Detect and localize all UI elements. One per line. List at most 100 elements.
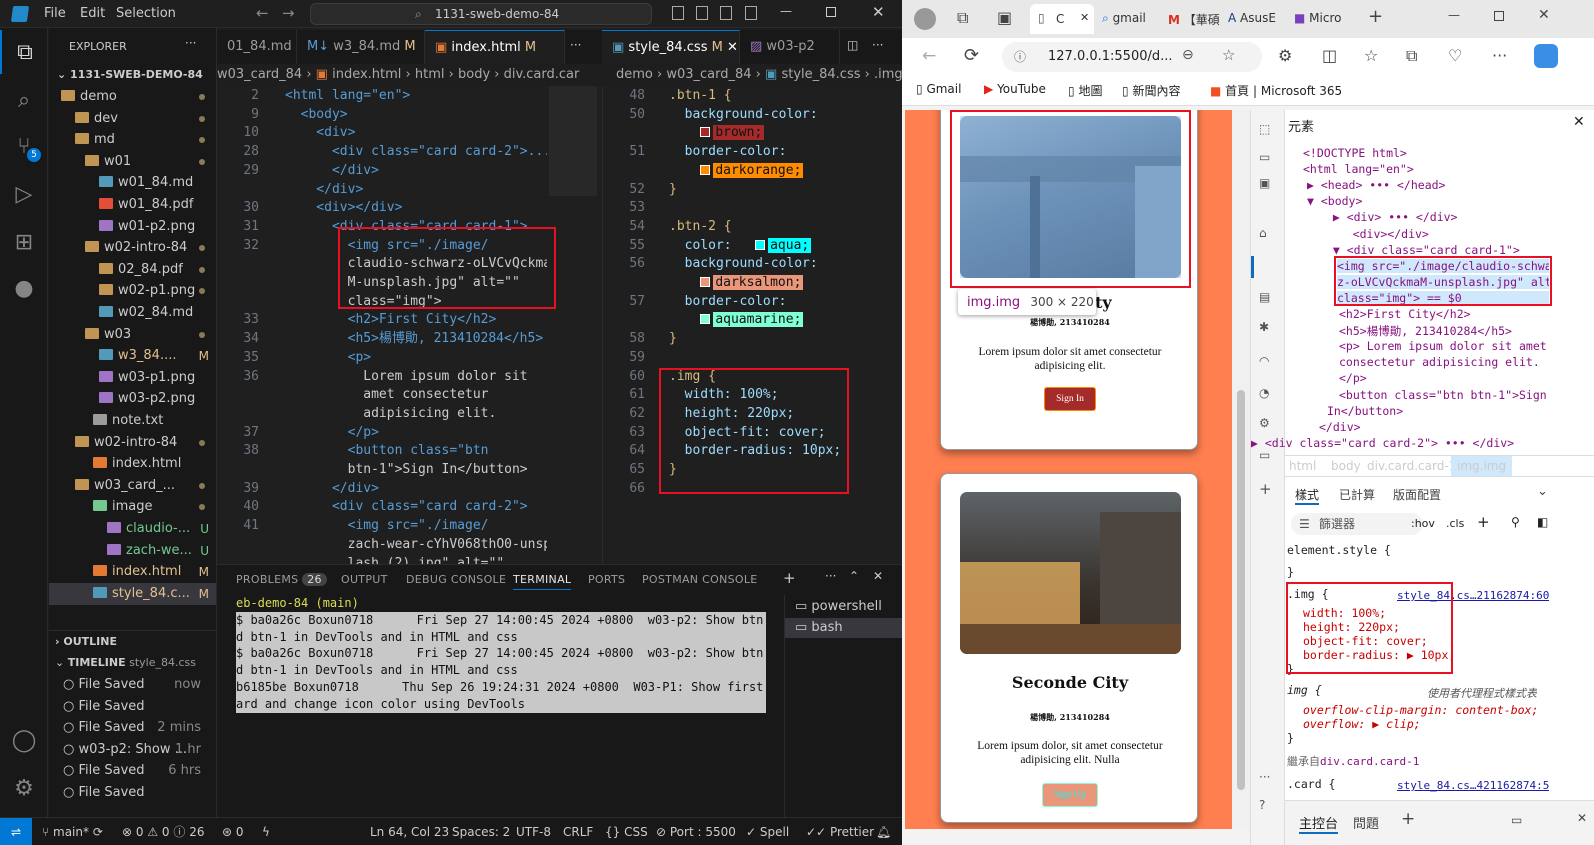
- toggle-secondary-icon[interactable]: [720, 6, 732, 20]
- code-line[interactable]: Lorem ipsum dolor sit: [285, 367, 547, 386]
- code-line[interactable]: <p>: [285, 348, 547, 367]
- dom-crumb[interactable]: html: [1289, 456, 1316, 476]
- bookmark-news[interactable]: ▯ 新聞內容: [1122, 82, 1180, 99]
- dom-node[interactable]: <div></div>: [1325, 227, 1551, 241]
- tab-styles[interactable]: 樣式: [1295, 486, 1320, 505]
- split-editor-icon[interactable]: ◫: [847, 38, 858, 52]
- tree-item[interactable]: w03: [49, 324, 216, 346]
- add-tool-icon[interactable]: +: [1259, 480, 1272, 498]
- dom-node[interactable]: consectetur adipisicing elit.: [1339, 355, 1551, 369]
- debug-icon[interactable]: ▷: [0, 172, 48, 216]
- browser-tab-active[interactable]: ▯ C ✕: [1030, 4, 1094, 34]
- timeline-item[interactable]: ○ File Saved now: [49, 674, 216, 696]
- dom-crumb[interactable]: body: [1331, 456, 1361, 476]
- code-line[interactable]: }: [669, 180, 899, 199]
- tree-item[interactable]: w03-p2.png: [49, 388, 216, 410]
- workspaces-icon[interactable]: ⧉: [957, 8, 968, 28]
- sign-up-button[interactable]: Sign Up: [1042, 783, 1098, 807]
- tab-computed[interactable]: 已計算: [1339, 486, 1375, 503]
- chevron-down-icon[interactable]: ⌄: [1537, 484, 1548, 499]
- workspace-root[interactable]: ⌄ 1131-SWEB-DEMO-84: [49, 64, 216, 86]
- minimap[interactable]: [549, 86, 597, 196]
- tree-item[interactable]: w01-p2.png: [49, 216, 216, 238]
- bookmark-maps[interactable]: ▯ 地圖: [1068, 82, 1102, 99]
- branch-status[interactable]: ⑂ main* ⟳: [42, 818, 103, 845]
- tree-item[interactable]: w01_84.pdf: [49, 194, 216, 216]
- tree-item[interactable]: style_84.c... M: [49, 582, 216, 605]
- help-icon[interactable]: ?: [1259, 798, 1265, 812]
- favorite-star-icon[interactable]: ☆: [1222, 46, 1235, 64]
- inherited-from[interactable]: div.card.card-1: [1320, 755, 1419, 768]
- tab-w3-md[interactable]: M↓ w3_84.md M: [297, 30, 425, 64]
- new-tab-icon[interactable]: +: [1368, 6, 1383, 27]
- code-line[interactable]: }: [669, 329, 899, 348]
- search-icon[interactable]: ⌕: [0, 78, 48, 122]
- code-line[interactable]: <div class="card card-2">: [285, 497, 547, 516]
- menu-selection[interactable]: Selection: [116, 6, 176, 21]
- code-line[interactable]: </div>: [285, 161, 547, 180]
- code-line[interactable]: btn-1">Sign In</button>: [285, 460, 547, 479]
- dom-node[interactable]: <button class="btn btn-1">Sign: [1339, 388, 1551, 402]
- dom-node[interactable]: <html lang="en">: [1303, 162, 1551, 176]
- application-icon[interactable]: ▭: [1259, 448, 1270, 462]
- live-server-status[interactable]: ⊘ Port : 5500: [656, 818, 736, 845]
- code-line[interactable]: .btn-1 {: [669, 86, 899, 105]
- crumb-item[interactable]: div.card.car: [504, 67, 580, 82]
- close-icon[interactable]: ✕: [1080, 11, 1089, 24]
- refresh-icon[interactable]: ⟳: [964, 45, 979, 66]
- code-line[interactable]: background-color:: [669, 254, 899, 273]
- tree-item[interactable]: w02_84.md: [49, 302, 216, 324]
- split-screen-icon[interactable]: ◫: [1322, 46, 1337, 65]
- terminal-line[interactable]: $ ba0a26c Boxun0718 Fri Sep 27 14:00:45 …: [236, 645, 766, 663]
- close-icon[interactable]: ✕: [1573, 114, 1585, 130]
- color-swatch[interactable]: [700, 277, 711, 287]
- tree-item[interactable]: w01: [49, 151, 216, 173]
- dom-node[interactable]: </div>: [1319, 420, 1551, 434]
- close-icon[interactable]: ✕: [1538, 7, 1550, 23]
- source-control-icon[interactable]: ⑂ 5: [0, 124, 48, 168]
- code-line[interactable]: <button class="btn: [285, 441, 547, 460]
- minimize-icon[interactable]: —: [1448, 8, 1460, 22]
- avatar[interactable]: [914, 8, 936, 30]
- tab-ports[interactable]: PORTS: [588, 573, 625, 586]
- tree-item[interactable]: note.txt: [49, 410, 216, 432]
- memory-icon[interactable]: ⚙: [1259, 416, 1270, 430]
- minimize-icon[interactable]: —: [780, 4, 792, 18]
- tree-item[interactable]: index.html M: [49, 561, 216, 583]
- tree-item[interactable]: w02-intro-84: [49, 237, 216, 259]
- language-status[interactable]: {} CSS: [605, 818, 648, 845]
- terminal-line[interactable]: d btn-1 in DevTools and in HTML and css: [236, 662, 766, 680]
- copilot-icon[interactable]: [1534, 44, 1558, 68]
- dom-node[interactable]: ▼ <div class="card card-1">: [1319, 243, 1551, 257]
- tree-item[interactable]: claudio-... U: [49, 518, 216, 540]
- new-rule-icon[interactable]: +: [1477, 513, 1490, 531]
- color-swatch[interactable]: [755, 239, 766, 250]
- crumb-item[interactable]: .img: [874, 67, 902, 82]
- problems-status[interactable]: ⊗ 0 ⚠ 0 ⓘ 26: [122, 818, 204, 845]
- tree-item[interactable]: dev: [49, 108, 216, 130]
- close-icon[interactable]: ✕: [727, 40, 738, 55]
- timeline-item[interactable]: ○ File Saved: [49, 782, 216, 804]
- tree-item[interactable]: w3_84.... M: [49, 345, 216, 367]
- dom-node[interactable]: <h5>楊博勛, 213410284</h5>: [1339, 323, 1551, 339]
- address-bar[interactable]: ⓘ 127.0.0.1:5500/d... ⊖ ☆: [1002, 42, 1262, 72]
- code-line[interactable]: zach-wear-cYhV068thO0-unsp: [285, 535, 547, 554]
- home-icon[interactable]: ⌂: [1259, 226, 1267, 240]
- back-arrow-icon[interactable]: ←: [922, 46, 936, 66]
- remote-icon[interactable]: ●: [0, 266, 48, 310]
- tab-issues[interactable]: 問題: [1353, 813, 1379, 832]
- terminal-line[interactable]: ard and change icon color using DevTools: [236, 695, 766, 713]
- performance-icon[interactable]: ♡: [1448, 46, 1462, 65]
- tree-item[interactable]: image: [49, 496, 216, 518]
- dock-icon[interactable]: ▭: [1511, 813, 1522, 827]
- cls-toggle[interactable]: .cls: [1446, 517, 1464, 530]
- timeline-item[interactable]: ○ File Saved: [49, 696, 216, 718]
- code-line[interactable]: aquamarine;: [669, 310, 899, 329]
- dom-node[interactable]: <h2>First City</h2>: [1339, 307, 1551, 321]
- timeline-item[interactable]: ○ File Saved 6 hrs: [49, 760, 216, 782]
- terminal-line[interactable]: $ ba0a26c Boxun0718 Fri Sep 27 14:00:45 …: [236, 611, 766, 629]
- code-line[interactable]: [669, 198, 899, 217]
- code-line[interactable]: color: aqua;: [669, 236, 899, 255]
- more-actions-icon[interactable]: ···: [570, 38, 581, 52]
- tree-item[interactable]: w03_card_...: [49, 475, 216, 497]
